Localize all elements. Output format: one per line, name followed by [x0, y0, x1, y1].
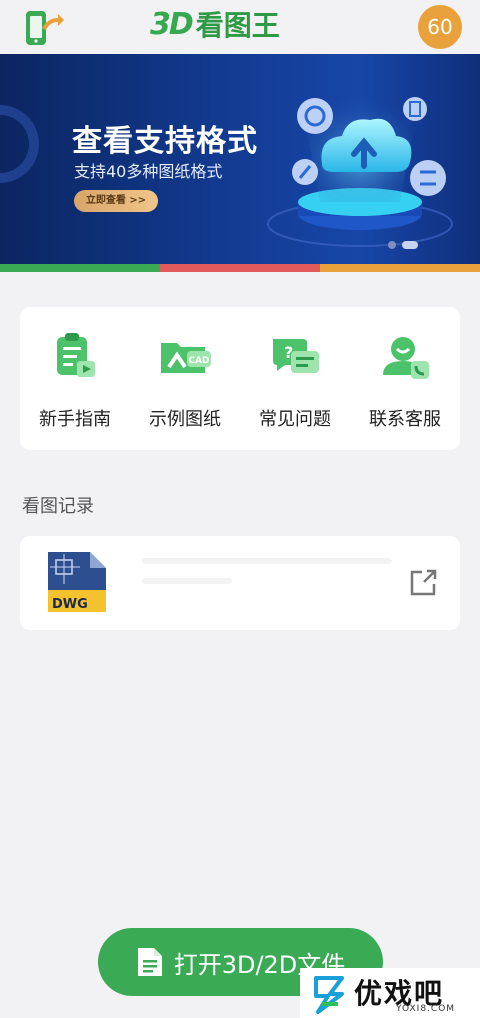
banner-subtitle: 支持40多种图纸格式 [74, 162, 223, 181]
document-icon [137, 948, 162, 976]
banner-color-strip [0, 264, 480, 272]
logo-3d-text: 3D [150, 6, 194, 42]
phone-share-icon[interactable] [20, 8, 64, 48]
file-type-label: DWG [52, 597, 88, 612]
history-record-item[interactable]: DWG [20, 536, 460, 630]
carousel-dot-active[interactable] [402, 240, 418, 249]
carousel-dot[interactable] [388, 240, 396, 249]
file-meta-line [142, 578, 232, 584]
action-sample-drawings[interactable]: CAD 示例图纸 [130, 307, 240, 450]
banner-decor-ring [0, 105, 39, 183]
watermark-logo-icon [314, 976, 344, 1014]
action-label: 示例图纸 [149, 409, 221, 430]
quick-actions-card: 新手指南 CAD 示例图纸 ? 常见问题 联系客服 [20, 307, 460, 450]
action-beginner-guide[interactable]: 新手指南 [20, 307, 130, 450]
action-customer-service[interactable]: 联系客服 [350, 307, 460, 450]
action-label: 联系客服 [369, 409, 441, 430]
watermark-domain: YOXI8.COM [396, 1004, 456, 1014]
points-badge[interactable]: 60 [418, 5, 462, 49]
color-strip-green [0, 264, 160, 272]
banner-view-button[interactable]: 立即查看 >> [74, 190, 158, 212]
action-faq[interactable]: ? 常见问题 [240, 307, 350, 450]
faq-chat-icon: ? [273, 339, 319, 373]
color-strip-red [160, 264, 320, 272]
open-external-icon[interactable] [408, 568, 438, 598]
history-section-title: 看图记录 [22, 496, 94, 517]
svg-text:CAD: CAD [188, 356, 209, 366]
file-name-placeholder [142, 558, 402, 610]
action-label: 新手指南 [39, 409, 111, 430]
logo-name-text: 看图王 [195, 9, 280, 42]
color-strip-orange [320, 264, 480, 272]
carousel-indicator [388, 234, 424, 253]
file-name-line [142, 558, 392, 564]
guide-clipboard-icon [57, 333, 95, 377]
promo-banner[interactable]: 查看支持格式 支持40多种图纸格式 立即查看 >> [0, 54, 480, 264]
site-watermark: 优戏吧 YOXI8.COM [300, 968, 480, 1018]
app-logo: 3D 看图王 [150, 6, 280, 43]
action-label: 常见问题 [259, 409, 331, 430]
customer-service-icon [383, 337, 429, 379]
cloud-upload-illustration [267, 94, 453, 247]
banner-title: 查看支持格式 [72, 124, 258, 159]
app-header: 3D 看图王 60 [0, 0, 480, 54]
cad-folder-icon: CAD [161, 343, 211, 373]
dwg-file-icon: DWG [48, 552, 106, 612]
